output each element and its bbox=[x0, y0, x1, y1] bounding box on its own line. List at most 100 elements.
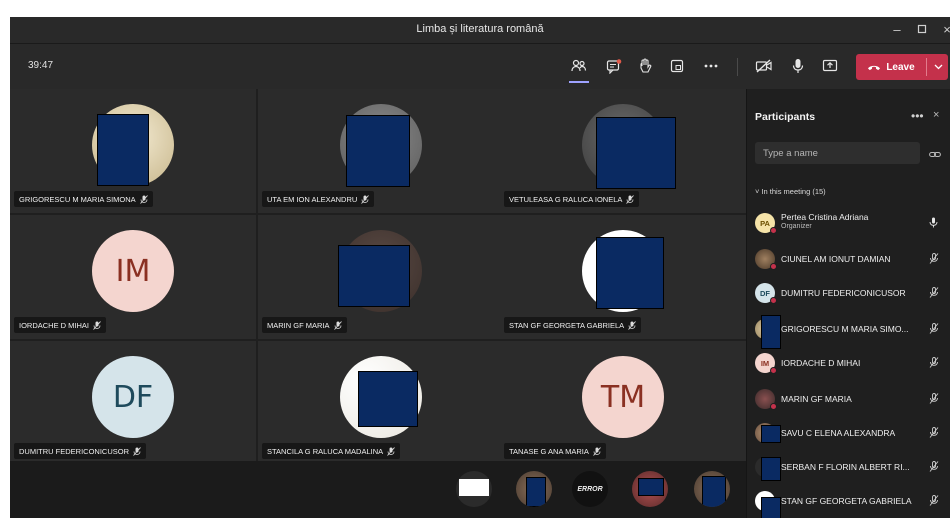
avatar bbox=[755, 491, 781, 518]
status-dot bbox=[770, 367, 777, 374]
mic-off-icon bbox=[387, 446, 395, 456]
participant-name: STANCILA G RALUCA MADALINA bbox=[267, 446, 384, 456]
camera-off-icon[interactable] bbox=[752, 55, 776, 77]
panel-title: Participants bbox=[755, 111, 816, 123]
redaction-box bbox=[358, 371, 418, 427]
avatar-initials: IM bbox=[760, 358, 770, 368]
participant-row[interactable]: IM IORDACHE D MIHAI bbox=[755, 347, 945, 377]
participant-row[interactable]: MARIN GF MARIA bbox=[755, 383, 945, 413]
avatar: PA bbox=[755, 213, 777, 234]
participant-initials-avatar: DF bbox=[92, 356, 174, 438]
participant-nametag: MARIN GF MARIA bbox=[262, 317, 347, 333]
status-dot bbox=[770, 403, 777, 410]
microphone-icon bbox=[929, 217, 938, 228]
redaction-box bbox=[346, 115, 410, 187]
strip-thumbnail[interactable] bbox=[632, 471, 668, 507]
participant-row[interactable]: PA Pertea Cristina Adriana Organizer bbox=[755, 207, 945, 237]
avatar bbox=[755, 423, 781, 443]
participant-tile[interactable]: IM IORDACHE D MIHAI bbox=[10, 215, 256, 339]
avatar: DF bbox=[755, 283, 777, 304]
strip-thumbnail[interactable] bbox=[516, 471, 552, 507]
strip-thumbnail[interactable] bbox=[456, 471, 492, 507]
strip-thumbnail[interactable] bbox=[694, 471, 730, 507]
section-header[interactable]: ˅ In this meeting (15) bbox=[755, 187, 826, 196]
participant-nametag: VETULEASA G RALUCA IONELA bbox=[504, 191, 640, 207]
close-icon[interactable]: × bbox=[938, 21, 950, 39]
avatar bbox=[755, 457, 781, 481]
participant-strip: ERROR bbox=[10, 461, 746, 518]
redaction-box bbox=[761, 425, 781, 443]
mic-off-icon bbox=[628, 320, 637, 330]
redaction-box bbox=[702, 476, 726, 507]
hang-up-icon bbox=[868, 65, 881, 71]
participant-tile[interactable]: GRIGORESCU M MARIA SIMONA bbox=[10, 89, 256, 213]
search-input[interactable] bbox=[755, 142, 920, 164]
minimize-icon[interactable]: – bbox=[888, 21, 906, 39]
window-title: Limba și literatura română bbox=[416, 23, 544, 35]
participant-tile[interactable]: STAN GF GEORGETA GABRIELA bbox=[500, 215, 746, 339]
redaction-box bbox=[526, 477, 546, 507]
participant-nametag: IORDACHE D MIHAI bbox=[14, 317, 107, 333]
chevron-down-icon[interactable] bbox=[928, 54, 948, 80]
participant-name: TANASE G ANA MARIA bbox=[509, 446, 589, 456]
leave-divider bbox=[926, 58, 927, 76]
redaction-box bbox=[761, 497, 781, 518]
more-icon[interactable]: ••• bbox=[911, 109, 924, 123]
participant-name: CIUNEL AM IONUT DAMIAN bbox=[781, 254, 891, 264]
participant-tile[interactable]: DF DUMITRU FEDERICONICUSOR bbox=[10, 341, 256, 465]
maximize-icon[interactable] bbox=[913, 21, 931, 39]
toolbar-divider bbox=[737, 58, 738, 76]
participant-name: VETULEASA G RALUCA IONELA bbox=[509, 194, 623, 204]
participants-panel: Participants ••• × ˅ In this meeting (15… bbox=[746, 89, 950, 518]
participant-row[interactable]: GRIGORESCU M MARIA SIMO... bbox=[755, 313, 945, 349]
participant-tile[interactable]: TM TANASE G ANA MARIA bbox=[500, 341, 746, 465]
share-link-icon[interactable] bbox=[929, 146, 941, 164]
participant-name: STAN GF GEORGETA GABRIELA bbox=[509, 320, 625, 330]
participant-nametag: STANCILA G RALUCA MADALINA bbox=[262, 443, 401, 459]
mic-off-icon bbox=[929, 287, 939, 298]
leave-button[interactable]: Leave bbox=[856, 54, 948, 80]
strip-thumbnail[interactable]: ERROR bbox=[572, 471, 608, 507]
mic-off-icon bbox=[929, 323, 939, 334]
participant-row[interactable]: STAN GF GEORGETA GABRIELA bbox=[755, 485, 945, 518]
mic-off-icon bbox=[929, 253, 939, 264]
participant-nametag: TANASE G ANA MARIA bbox=[504, 443, 606, 459]
title-bar: Limba și literatura română – × bbox=[10, 17, 950, 43]
microphone-icon[interactable] bbox=[786, 55, 810, 77]
close-icon[interactable]: × bbox=[933, 109, 939, 121]
chat-icon[interactable] bbox=[602, 55, 626, 77]
status-dot bbox=[770, 263, 777, 270]
share-screen-icon[interactable] bbox=[818, 55, 842, 77]
more-icon[interactable] bbox=[699, 55, 723, 77]
participant-tile[interactable]: UTA EM ION ALEXANDRU bbox=[258, 89, 504, 213]
participant-name: Pertea Cristina Adriana bbox=[781, 212, 869, 222]
redaction-box bbox=[638, 478, 664, 496]
participant-tile[interactable]: MARIN GF MARIA bbox=[258, 215, 504, 339]
mic-off-icon bbox=[929, 393, 939, 404]
participant-row[interactable]: CIUNEL AM IONUT DAMIAN bbox=[755, 243, 945, 273]
mic-off-icon bbox=[333, 320, 342, 330]
participant-role: Organizer bbox=[781, 223, 812, 230]
redaction-box bbox=[596, 237, 664, 309]
leave-main[interactable]: Leave bbox=[856, 54, 926, 80]
mic-off-icon bbox=[593, 446, 601, 456]
participant-name: IORDACHE D MIHAI bbox=[781, 358, 861, 368]
participant-row[interactable]: SAVU C ELENA ALEXANDRA bbox=[755, 417, 945, 447]
redaction-box bbox=[761, 315, 781, 349]
mic-off-icon bbox=[139, 194, 148, 204]
participant-tile[interactable]: STANCILA G RALUCA MADALINA bbox=[258, 341, 504, 465]
share-tray-icon[interactable] bbox=[665, 55, 689, 77]
status-dot bbox=[770, 297, 777, 304]
raise-hand-icon[interactable] bbox=[633, 55, 657, 77]
participant-name: IORDACHE D MIHAI bbox=[19, 320, 90, 330]
mic-off-icon bbox=[929, 495, 939, 506]
participant-tile[interactable]: VETULEASA G RALUCA IONELA bbox=[500, 89, 746, 213]
leave-label: Leave bbox=[886, 61, 915, 73]
participant-name: MARIN GF MARIA bbox=[267, 320, 330, 330]
teams-meeting-window: Limba și literatura română – × 39:47 Lea… bbox=[10, 17, 950, 518]
mic-off-icon bbox=[929, 357, 939, 368]
participant-name: GRIGORESCU M MARIA SIMONA bbox=[19, 194, 136, 204]
participant-row[interactable]: SERBAN F FLORIN ALBERT RI... bbox=[755, 451, 945, 481]
participant-row[interactable]: DF DUMITRU FEDERICONICUSOR bbox=[755, 277, 945, 307]
people-icon[interactable] bbox=[567, 55, 591, 83]
